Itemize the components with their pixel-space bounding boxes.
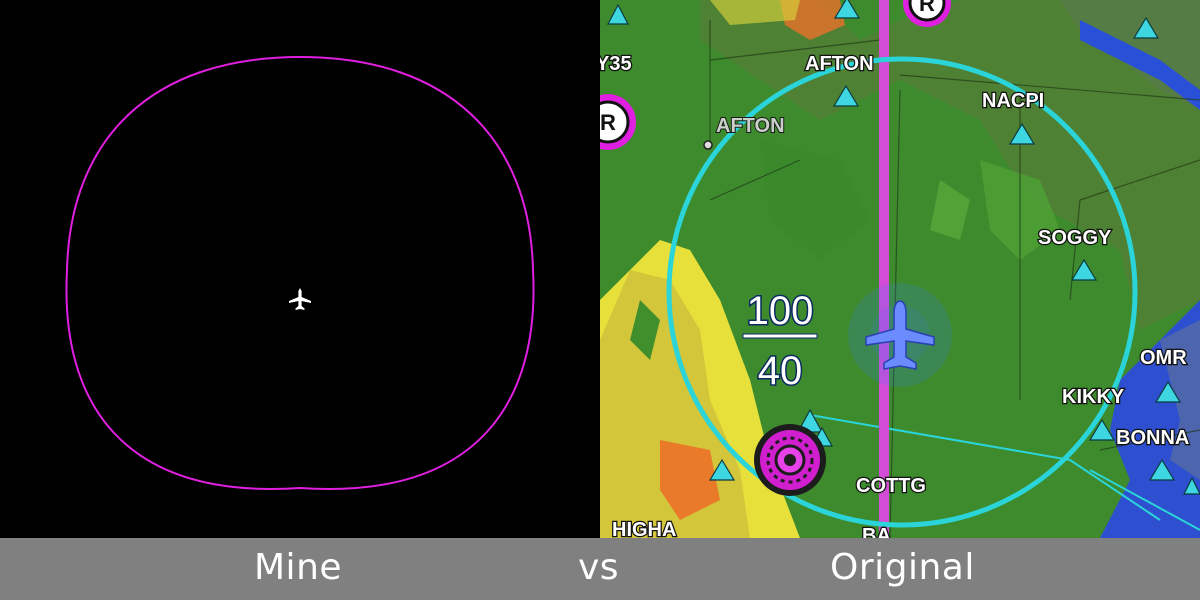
original-label: Original: [830, 547, 975, 588]
waypoint-label-bonna: BONNA: [1116, 427, 1189, 449]
original-map-view: Y35 AFTON NACPI SOGGY KIKKY BONNA OMR CO…: [600, 0, 1200, 538]
airplane-icon: [289, 288, 311, 310]
airport-symbol-icon: [754, 424, 826, 496]
vs-label: vs: [578, 547, 620, 588]
waypoint-label-afton-top: AFTON: [805, 53, 874, 75]
town-label-afton: AFTON: [716, 115, 785, 137]
waypoint-label-omr: OMR: [1140, 347, 1187, 369]
waypoint-label-soggy: SOGGY: [1038, 227, 1112, 249]
altitude-bottom: 40: [758, 349, 803, 393]
restricted-letter-left: R: [600, 110, 616, 135]
town-dot: [703, 140, 713, 150]
mine-panel: [0, 0, 600, 538]
mine-label: Mine: [254, 547, 343, 588]
waypoint-label-y35: Y35: [600, 53, 632, 75]
original-panel: Y35 AFTON NACPI SOGGY KIKKY BONNA OMR CO…: [600, 0, 1200, 538]
comparison-footer: Mine vs Original: [0, 538, 1200, 600]
waypoint-label-cottg: COTTG: [856, 475, 926, 497]
mine-map-view: [65, 55, 535, 490]
restricted-letter-top: R: [919, 0, 935, 16]
altitude-top: 100: [747, 289, 814, 333]
mine-range-ring: [65, 55, 535, 490]
course-line: [879, 0, 889, 538]
waypoint-label-nacpi: NACPI: [982, 90, 1044, 112]
waypoint-label-higha: HIGHA: [612, 519, 676, 538]
waypoint-label-ba: BA: [862, 525, 891, 538]
waypoint-label-kikky: KIKKY: [1062, 386, 1125, 408]
